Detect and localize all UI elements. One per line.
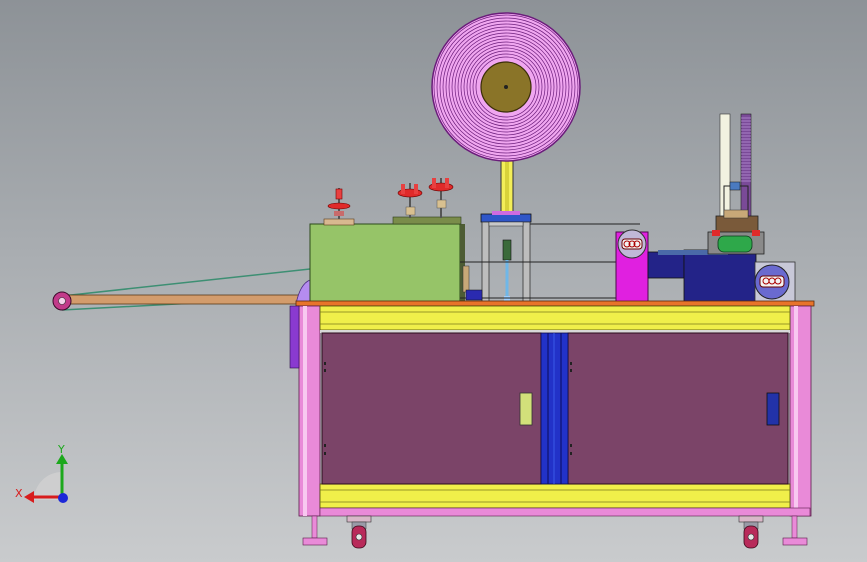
left-door bbox=[321, 332, 542, 485]
tension-knob-2 bbox=[397, 183, 423, 218]
guide-frame bbox=[480, 211, 532, 303]
tension-knob-1 bbox=[327, 188, 351, 219]
leveling-foot-left bbox=[302, 515, 328, 546]
caster-wheel-icon bbox=[738, 515, 764, 549]
coordinate-triad-icon: Y X bbox=[15, 443, 68, 503]
tension-knob-3 bbox=[428, 178, 454, 218]
table-top-plate bbox=[295, 300, 815, 307]
drive-housing bbox=[309, 216, 465, 303]
drive-motor bbox=[647, 249, 796, 303]
cabinet bbox=[289, 305, 812, 517]
leveling-foot-right bbox=[782, 515, 808, 546]
pulley-block bbox=[615, 229, 649, 303]
right-door bbox=[567, 332, 789, 485]
caster-wheel-icon bbox=[346, 515, 372, 549]
outfeed-arm bbox=[52, 268, 313, 311]
vertical-feeder bbox=[707, 113, 765, 255]
spool-reel-icon bbox=[431, 12, 581, 219]
right-door-handle bbox=[766, 392, 780, 426]
y-axis-label: Y bbox=[57, 443, 65, 456]
outfeed-plate bbox=[61, 294, 313, 305]
left-door-handle bbox=[519, 392, 533, 426]
cad-viewport: Y X bbox=[15, 12, 815, 549]
x-axis-label: X bbox=[15, 487, 23, 500]
